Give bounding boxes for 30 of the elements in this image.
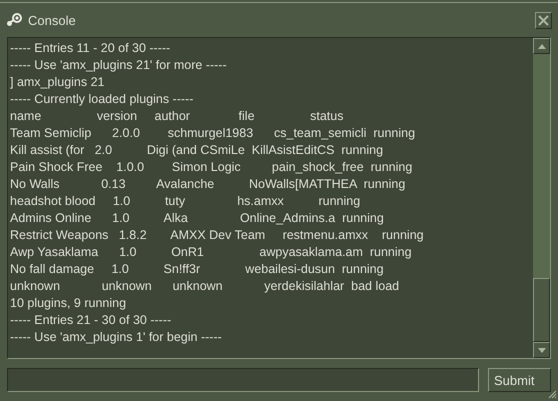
close-icon — [538, 14, 549, 26]
scroll-down-button[interactable] — [533, 342, 550, 358]
down-arrow-icon — [538, 348, 546, 352]
console-line: 10 plugins, 9 running — [10, 295, 128, 312]
console-line: Pain Shock Free 1.0.0 Simon Logic pain_shock_free running — [10, 159, 414, 176]
console-line: Team Semiclip 2.0.0 schmurgel1983 cs_team_semicli running — [10, 125, 416, 142]
submit-button[interactable]: Submit — [488, 368, 551, 392]
scrollbar[interactable] — [533, 38, 550, 358]
console-line: unknown unknown unknown yerdekisilahlar bad load — [10, 278, 400, 295]
console-line: ] amx_plugins 21 — [10, 74, 106, 91]
console-line: ----- Entries 11 - 20 of 30 ----- — [10, 40, 172, 57]
console-line: Restrict Weapons 1.8.2 AMXX Dev Team restmenu.amxx running — [10, 227, 425, 244]
console-line: ----- Use 'amx_plugins 21' for more ----- — [10, 57, 228, 74]
console-line: Awp Yasaklama 1.0 OnR1 awpyasaklama.am running — [10, 244, 413, 261]
window-title: Console — [28, 12, 76, 28]
scroll-up-button[interactable] — [533, 38, 550, 54]
console-line: ----- Entries 21 - 30 of 30 ----- — [10, 312, 172, 329]
console-line: Admins Online 1.0 Alka Online_Admins.a running — [10, 210, 385, 227]
console-line: No fall damage 1.0 Sn!ff3r webailesi-dusun running — [10, 261, 385, 278]
resize-grip-icon[interactable] — [548, 390, 557, 399]
command-input-field[interactable] — [7, 368, 479, 392]
console-line: No Walls 0.13 Avalanche NoWalls[MATTHEA running — [10, 176, 406, 193]
scroll-thumb[interactable] — [533, 278, 550, 342]
close-button[interactable] — [535, 12, 552, 28]
console-line: name version author file status — [10, 108, 344, 125]
console-line: headshot blood 1.0 tuty hs.amxx running — [10, 193, 362, 210]
console-line: ----- Currently loaded plugins ----- — [10, 91, 194, 108]
console-line: ----- Use 'amx_plugins 1' for begin ----- — [10, 329, 223, 346]
up-arrow-icon — [538, 44, 546, 48]
console-line: Kill assist (for 2.0 Digi (and CSmiLe KillAsistEditCS running — [10, 142, 384, 159]
